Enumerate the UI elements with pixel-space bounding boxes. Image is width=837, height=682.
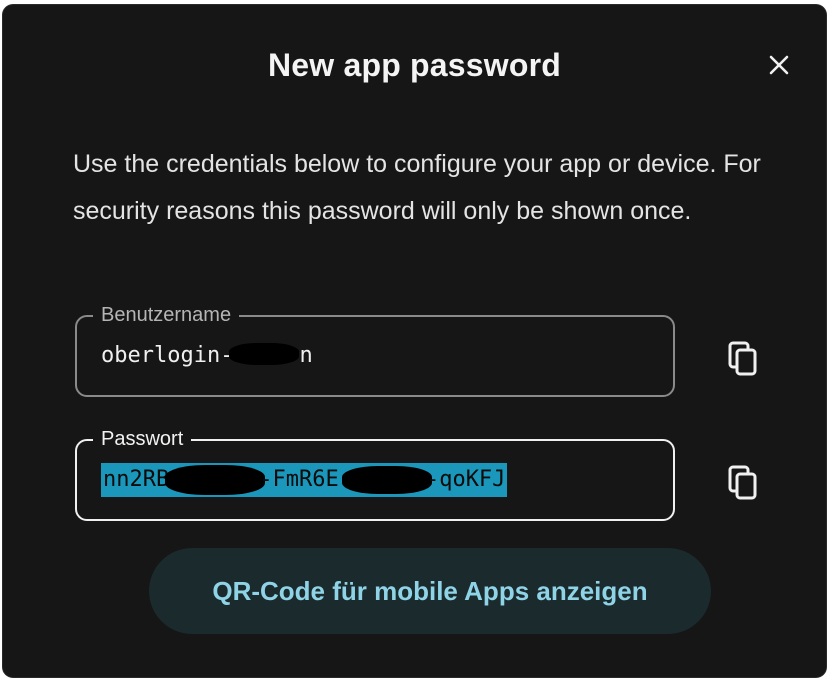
password-segment-3: -qoKFJ [425, 467, 506, 492]
username-value[interactable]: oberlogin-n [101, 339, 313, 373]
password-segment-2: -FmR6E- [259, 467, 352, 492]
dialog-title: New app password [267, 47, 562, 83]
username-field[interactable]: Benutzername oberlogin-n [75, 302, 675, 397]
username-tail: n [299, 343, 313, 368]
copy-username-button[interactable] [723, 339, 763, 379]
copy-password-button[interactable] [723, 463, 763, 503]
close-button[interactable] [759, 45, 799, 85]
password-value[interactable]: nn2RB -FmR6E- -qoKFJ [101, 463, 508, 497]
redaction-mark [165, 465, 266, 495]
password-label: Passwort [93, 426, 192, 452]
redaction-mark [341, 466, 432, 494]
copy-icon [728, 465, 757, 500]
app-password-dialog: New app password Use the credentials bel… [3, 5, 826, 677]
close-icon [769, 55, 789, 75]
username-label: Benutzername [93, 302, 240, 328]
redaction-mark [229, 343, 300, 365]
password-field[interactable]: Passwort nn2RB -FmR6E- -qoKFJ [75, 426, 675, 521]
password-segment-1: nn2RB [103, 467, 170, 492]
copy-icon [728, 341, 757, 376]
username-text: oberlogin- [101, 343, 234, 368]
dialog-description: Use the credentials below to configure y… [73, 150, 761, 225]
show-qr-code-button[interactable]: QR-Code für mobile Apps anzeigen [149, 548, 711, 634]
